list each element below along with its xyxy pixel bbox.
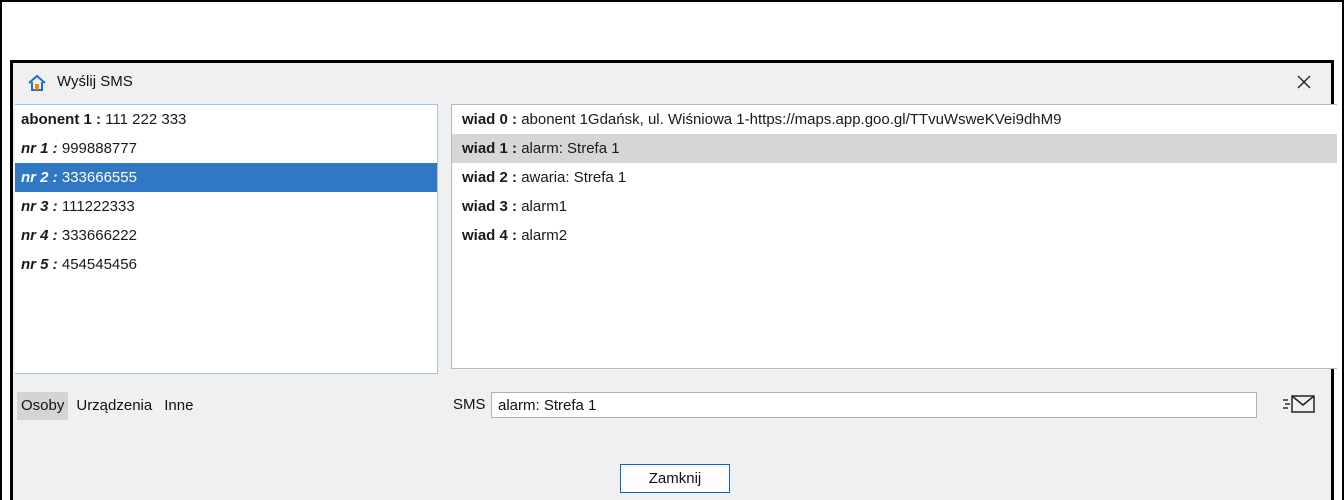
window-title: Wyślij SMS bbox=[57, 73, 133, 90]
item-label: nr 5 : bbox=[21, 256, 58, 273]
sms-label: SMS bbox=[453, 396, 486, 413]
messages-list[interactable]: wiad 0 : abonent 1Gdańsk, ul. Wiśniowa 1… bbox=[451, 104, 1337, 369]
item-label: wiad 1 : bbox=[462, 140, 518, 157]
tab-inne[interactable]: Inne bbox=[160, 392, 197, 420]
list-item[interactable]: nr 5 : 454545456 bbox=[15, 250, 437, 279]
list-item-selected[interactable]: nr 2 : 333666555 bbox=[15, 163, 437, 192]
send-sms-dialog: Wyślij SMS abonent 1 : 111 222 333 nr 1 … bbox=[10, 60, 1337, 500]
item-value: abonent 1Gdańsk, ul. Wiśniowa 1-https://… bbox=[521, 111, 1062, 128]
list-item[interactable]: nr 3 : 111222333 bbox=[15, 192, 437, 221]
list-item[interactable]: nr 4 : 333666222 bbox=[15, 221, 437, 250]
list-item[interactable]: wiad 3 : alarm1 bbox=[452, 192, 1337, 221]
send-mail-icon bbox=[1283, 395, 1315, 413]
item-value: 454545456 bbox=[61, 256, 137, 273]
item-value: alarm1 bbox=[521, 198, 568, 215]
item-label: abonent 1 : bbox=[21, 111, 102, 128]
item-label: wiad 3 : bbox=[462, 198, 518, 215]
list-item-selected[interactable]: wiad 1 : alarm: Strefa 1 bbox=[452, 134, 1337, 163]
close-icon bbox=[1297, 75, 1311, 89]
item-label: wiad 4 : bbox=[462, 227, 518, 244]
item-label: wiad 0 : bbox=[462, 111, 518, 128]
list-item[interactable]: wiad 2 : awaria: Strefa 1 bbox=[452, 163, 1337, 192]
item-label: wiad 2 : bbox=[462, 169, 518, 186]
tab-urzadzenia[interactable]: Urządzenia bbox=[72, 392, 156, 420]
item-value: awaria: Strefa 1 bbox=[521, 169, 627, 186]
list-item[interactable]: nr 1 : 999888777 bbox=[15, 134, 437, 163]
item-value: 111 222 333 bbox=[105, 111, 187, 128]
tab-osoby[interactable]: Osoby bbox=[17, 392, 69, 420]
list-item[interactable]: wiad 0 : abonent 1Gdańsk, ul. Wiśniowa 1… bbox=[452, 105, 1337, 134]
item-label: nr 2 : bbox=[21, 169, 58, 186]
item-value: alarm: Strefa 1 bbox=[521, 140, 620, 157]
item-label: nr 3 : bbox=[21, 198, 58, 215]
category-tabs: Osoby Urządzenia Inne bbox=[17, 391, 201, 421]
item-label: nr 1 : bbox=[21, 140, 58, 157]
people-list[interactable]: abonent 1 : 111 222 333 nr 1 : 999888777… bbox=[15, 104, 438, 374]
item-value: 999888777 bbox=[61, 140, 137, 157]
item-value: alarm2 bbox=[521, 227, 568, 244]
send-sms-button[interactable] bbox=[1281, 389, 1317, 419]
item-value: 333666222 bbox=[61, 227, 137, 244]
home-icon bbox=[27, 73, 47, 93]
item-value: 111222333 bbox=[61, 198, 135, 215]
item-value: 333666555 bbox=[61, 169, 137, 186]
list-item[interactable]: wiad 4 : alarm2 bbox=[452, 221, 1337, 250]
window-close-button[interactable] bbox=[1289, 69, 1319, 95]
close-dialog-button[interactable]: Zamknij bbox=[620, 464, 730, 493]
list-item[interactable]: abonent 1 : 111 222 333 bbox=[15, 105, 437, 134]
item-label: nr 4 : bbox=[21, 227, 58, 244]
sms-input[interactable] bbox=[491, 392, 1257, 418]
title-bar: Wyślij SMS bbox=[13, 63, 1331, 101]
